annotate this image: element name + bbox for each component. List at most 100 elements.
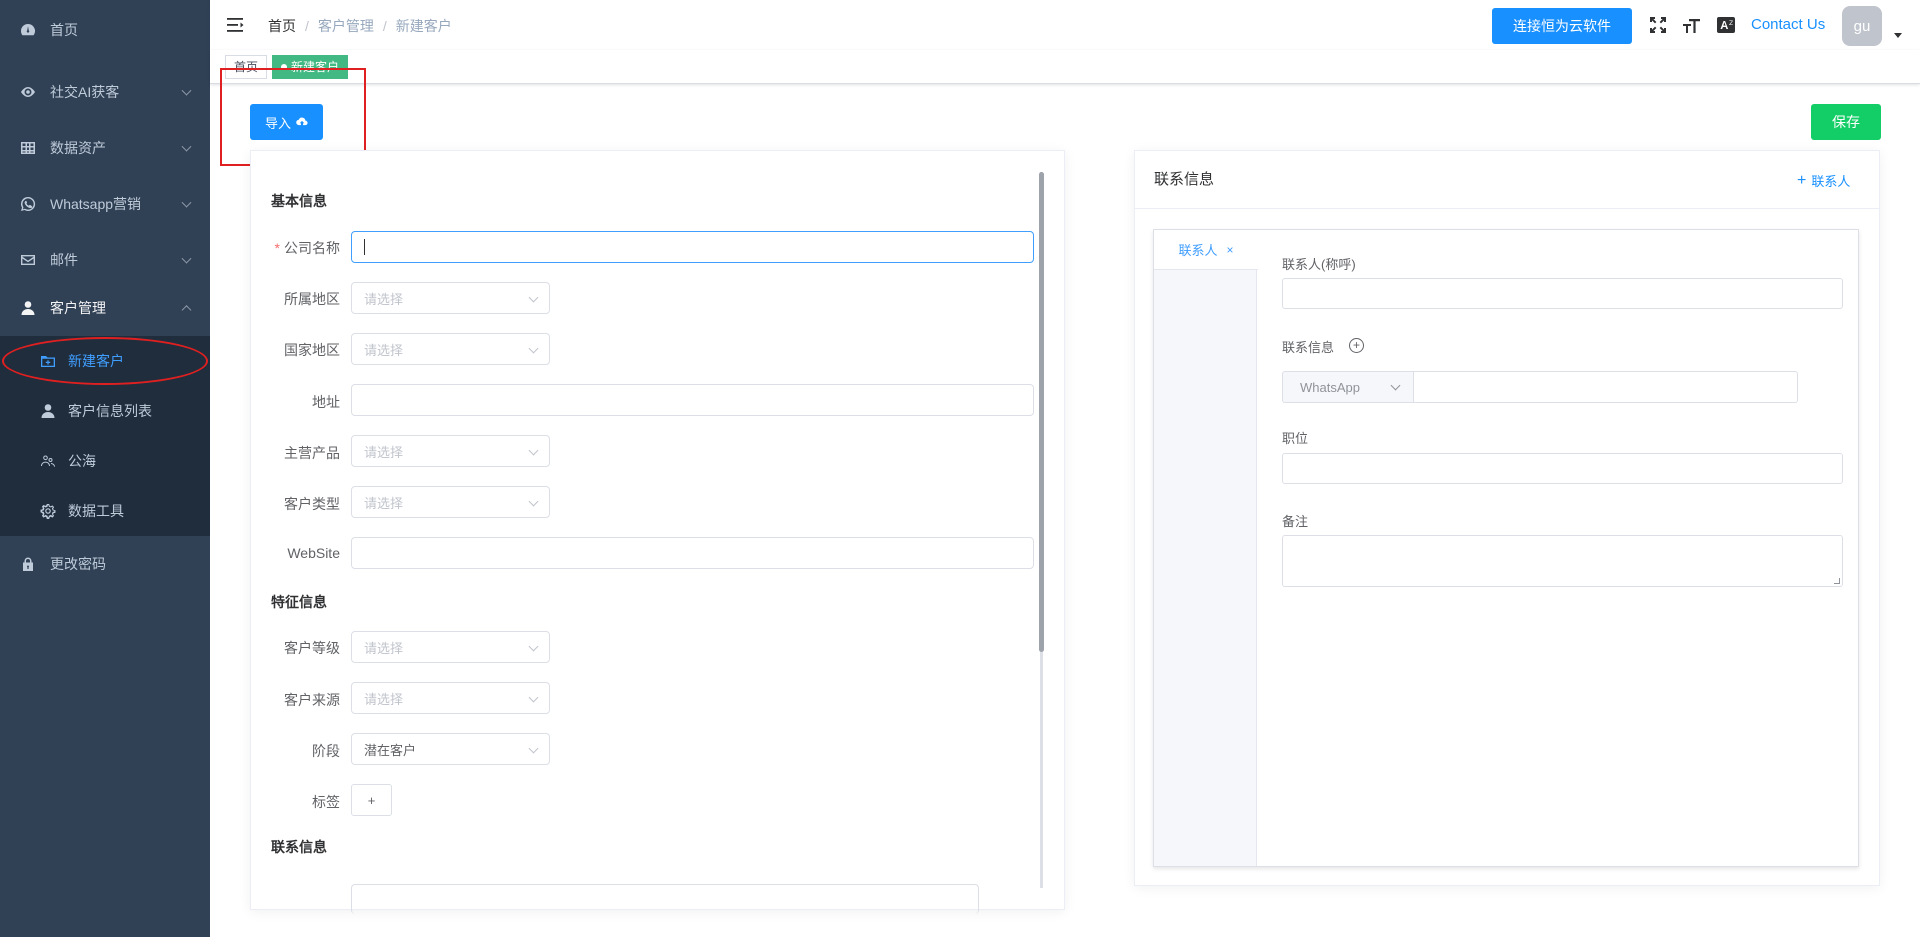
customer-type-select-placeholder: 请选择 bbox=[364, 495, 404, 511]
eye-icon bbox=[20, 84, 36, 100]
add-circle-icon[interactable]: + bbox=[1349, 338, 1364, 353]
region-select-placeholder: 请选择 bbox=[364, 291, 404, 307]
website-input[interactable] bbox=[351, 537, 1034, 569]
sidebar-item-label: 公海 bbox=[68, 453, 96, 469]
country-select-placeholder: 请选择 bbox=[364, 342, 404, 358]
chevron-up-icon bbox=[181, 305, 192, 316]
top-navbar: 首页 / 客户管理 / 新建客户 连接恒为云软件 Z Contact Us gu bbox=[210, 0, 1920, 50]
sidebar-item-label: 更改密码 bbox=[50, 556, 106, 572]
sidebar-item-label: Whatsapp营销 bbox=[50, 196, 142, 212]
user-icon bbox=[40, 403, 56, 419]
import-button-label: 导入 bbox=[264, 115, 291, 131]
customer-type-select[interactable]: 请选择 bbox=[351, 486, 550, 518]
sidebar-item-social-ai[interactable]: 社交AI获客 bbox=[0, 64, 210, 120]
channel-select[interactable]: WhatsApp bbox=[1282, 371, 1414, 403]
contact-input-partial[interactable] bbox=[351, 884, 979, 914]
customer-type-label: 客户类型 bbox=[284, 496, 340, 512]
tab-contact[interactable]: 联系人 × bbox=[1154, 230, 1258, 270]
customer-level-select[interactable]: 请选择 bbox=[351, 631, 550, 663]
sidebar-item-public-sea[interactable]: 公海 bbox=[0, 436, 210, 486]
add-contact-button[interactable]: + 联系人 bbox=[1797, 171, 1850, 190]
users-icon bbox=[40, 453, 56, 469]
resize-handle-icon[interactable] bbox=[1834, 578, 1840, 584]
tab-contact-label: 联系人 bbox=[1178, 243, 1218, 258]
sidebar-item-label: 数据工具 bbox=[68, 503, 124, 519]
avatar[interactable]: gu bbox=[1842, 6, 1882, 46]
translate-icon[interactable]: Z bbox=[1715, 14, 1737, 36]
caret-down-icon[interactable] bbox=[1894, 33, 1902, 38]
position-input[interactable] bbox=[1282, 453, 1843, 484]
channel-value-input[interactable] bbox=[1413, 371, 1798, 403]
region-select[interactable]: 请选择 bbox=[351, 282, 550, 314]
sidebar-item-customer-mgmt[interactable]: 客户管理 bbox=[0, 280, 210, 336]
company-name-label: 公司名称 bbox=[260, 238, 340, 258]
scrollbar-thumb[interactable] bbox=[1039, 172, 1044, 652]
connect-software-button[interactable]: 连接恒为云软件 bbox=[1492, 8, 1632, 44]
save-button[interactable]: 保存 bbox=[1811, 104, 1881, 140]
sidebar-item-data-assets[interactable]: 数据资产 bbox=[0, 120, 210, 176]
font-size-icon[interactable] bbox=[1681, 14, 1703, 36]
lock-icon bbox=[20, 556, 36, 572]
tag-home[interactable]: 首页 bbox=[225, 55, 268, 79]
chevron-down-icon bbox=[528, 692, 539, 703]
sidebar-item-label: 客户信息列表 bbox=[68, 403, 152, 419]
contact-name-label: 联系人(称呼) bbox=[1282, 257, 1356, 272]
divider bbox=[1135, 208, 1879, 209]
tags-label: 标签 bbox=[312, 794, 340, 810]
sidebar-item-label: 数据资产 bbox=[50, 140, 106, 156]
cloud-upload-icon bbox=[296, 117, 308, 126]
tag-new-customer[interactable]: 新建客户 bbox=[272, 55, 349, 79]
sidebar-item-whatsapp[interactable]: Whatsapp营销 bbox=[0, 176, 210, 232]
fullscreen-icon[interactable] bbox=[1647, 14, 1669, 36]
remark-textarea[interactable] bbox=[1282, 535, 1843, 587]
plus-icon: + bbox=[1797, 171, 1807, 189]
company-name-input[interactable] bbox=[351, 231, 1034, 263]
user-icon bbox=[20, 300, 36, 316]
breadcrumb-customer-mgmt: 客户管理 bbox=[317, 18, 374, 34]
remark-label: 备注 bbox=[1282, 514, 1309, 529]
customer-source-select[interactable]: 请选择 bbox=[351, 682, 550, 714]
chevron-down-icon bbox=[528, 445, 539, 456]
sidebar-item-change-password[interactable]: 更改密码 bbox=[0, 536, 210, 592]
add-tag-button[interactable]: + bbox=[351, 784, 392, 816]
import-button[interactable]: 导入 bbox=[250, 104, 323, 140]
contact-us-link[interactable]: Contact Us bbox=[1751, 16, 1825, 33]
country-select[interactable]: 请选择 bbox=[351, 333, 550, 365]
customer-submenu: 新建客户 客户信息列表 公海 数据工具 bbox=[0, 336, 210, 536]
contact-panel-title: 联系信息 bbox=[1154, 171, 1215, 188]
main-product-select-placeholder: 请选择 bbox=[364, 444, 404, 460]
basic-info-title: 基本信息 bbox=[271, 193, 327, 209]
sidebar-item-new-customer[interactable]: 新建客户 bbox=[0, 336, 210, 386]
breadcrumb-home[interactable]: 首页 bbox=[268, 16, 296, 36]
stage-label: 阶段 bbox=[312, 743, 340, 759]
sidebar-item-home[interactable]: 首页 bbox=[0, 2, 210, 58]
chevron-down-icon bbox=[528, 496, 539, 507]
hamburger-icon[interactable] bbox=[226, 15, 246, 35]
stage-select-value: 潜在客户 bbox=[364, 742, 417, 758]
stage-select[interactable]: 潜在客户 bbox=[351, 733, 550, 765]
sidebar: 首页 社交AI获客 数据资产 Whatsapp营销 邮件 客户管理 新建客户 客… bbox=[0, 0, 210, 937]
contact-name-input[interactable] bbox=[1282, 278, 1843, 309]
close-icon[interactable]: × bbox=[1227, 243, 1234, 257]
sidebar-item-label: 首页 bbox=[50, 22, 78, 38]
sidebar-item-data-tools[interactable]: 数据工具 bbox=[0, 486, 210, 536]
chevron-down-icon bbox=[181, 253, 192, 264]
breadcrumb-new-customer: 新建客户 bbox=[395, 18, 452, 34]
contact-info-label: 联系信息 bbox=[1282, 340, 1335, 355]
address-input[interactable] bbox=[351, 384, 1034, 416]
chevron-down-icon bbox=[528, 743, 539, 754]
sidebar-item-customer-list[interactable]: 客户信息列表 bbox=[0, 386, 210, 436]
channel-select-value: WhatsApp bbox=[1300, 379, 1360, 395]
folder-add-icon bbox=[40, 353, 56, 369]
sidebar-item-label: 邮件 bbox=[50, 252, 78, 268]
whatsapp-icon bbox=[20, 196, 36, 212]
breadcrumb-separator: / bbox=[382, 18, 387, 34]
chevron-down-icon bbox=[181, 141, 192, 152]
table-icon bbox=[20, 140, 36, 156]
mail-icon bbox=[20, 252, 36, 268]
chevron-down-icon bbox=[181, 85, 192, 96]
main-product-label: 主营产品 bbox=[284, 445, 340, 461]
customer-source-select-placeholder: 请选择 bbox=[364, 691, 404, 707]
add-contact-label: 联系人 bbox=[1811, 174, 1851, 189]
main-product-select[interactable]: 请选择 bbox=[351, 435, 550, 467]
